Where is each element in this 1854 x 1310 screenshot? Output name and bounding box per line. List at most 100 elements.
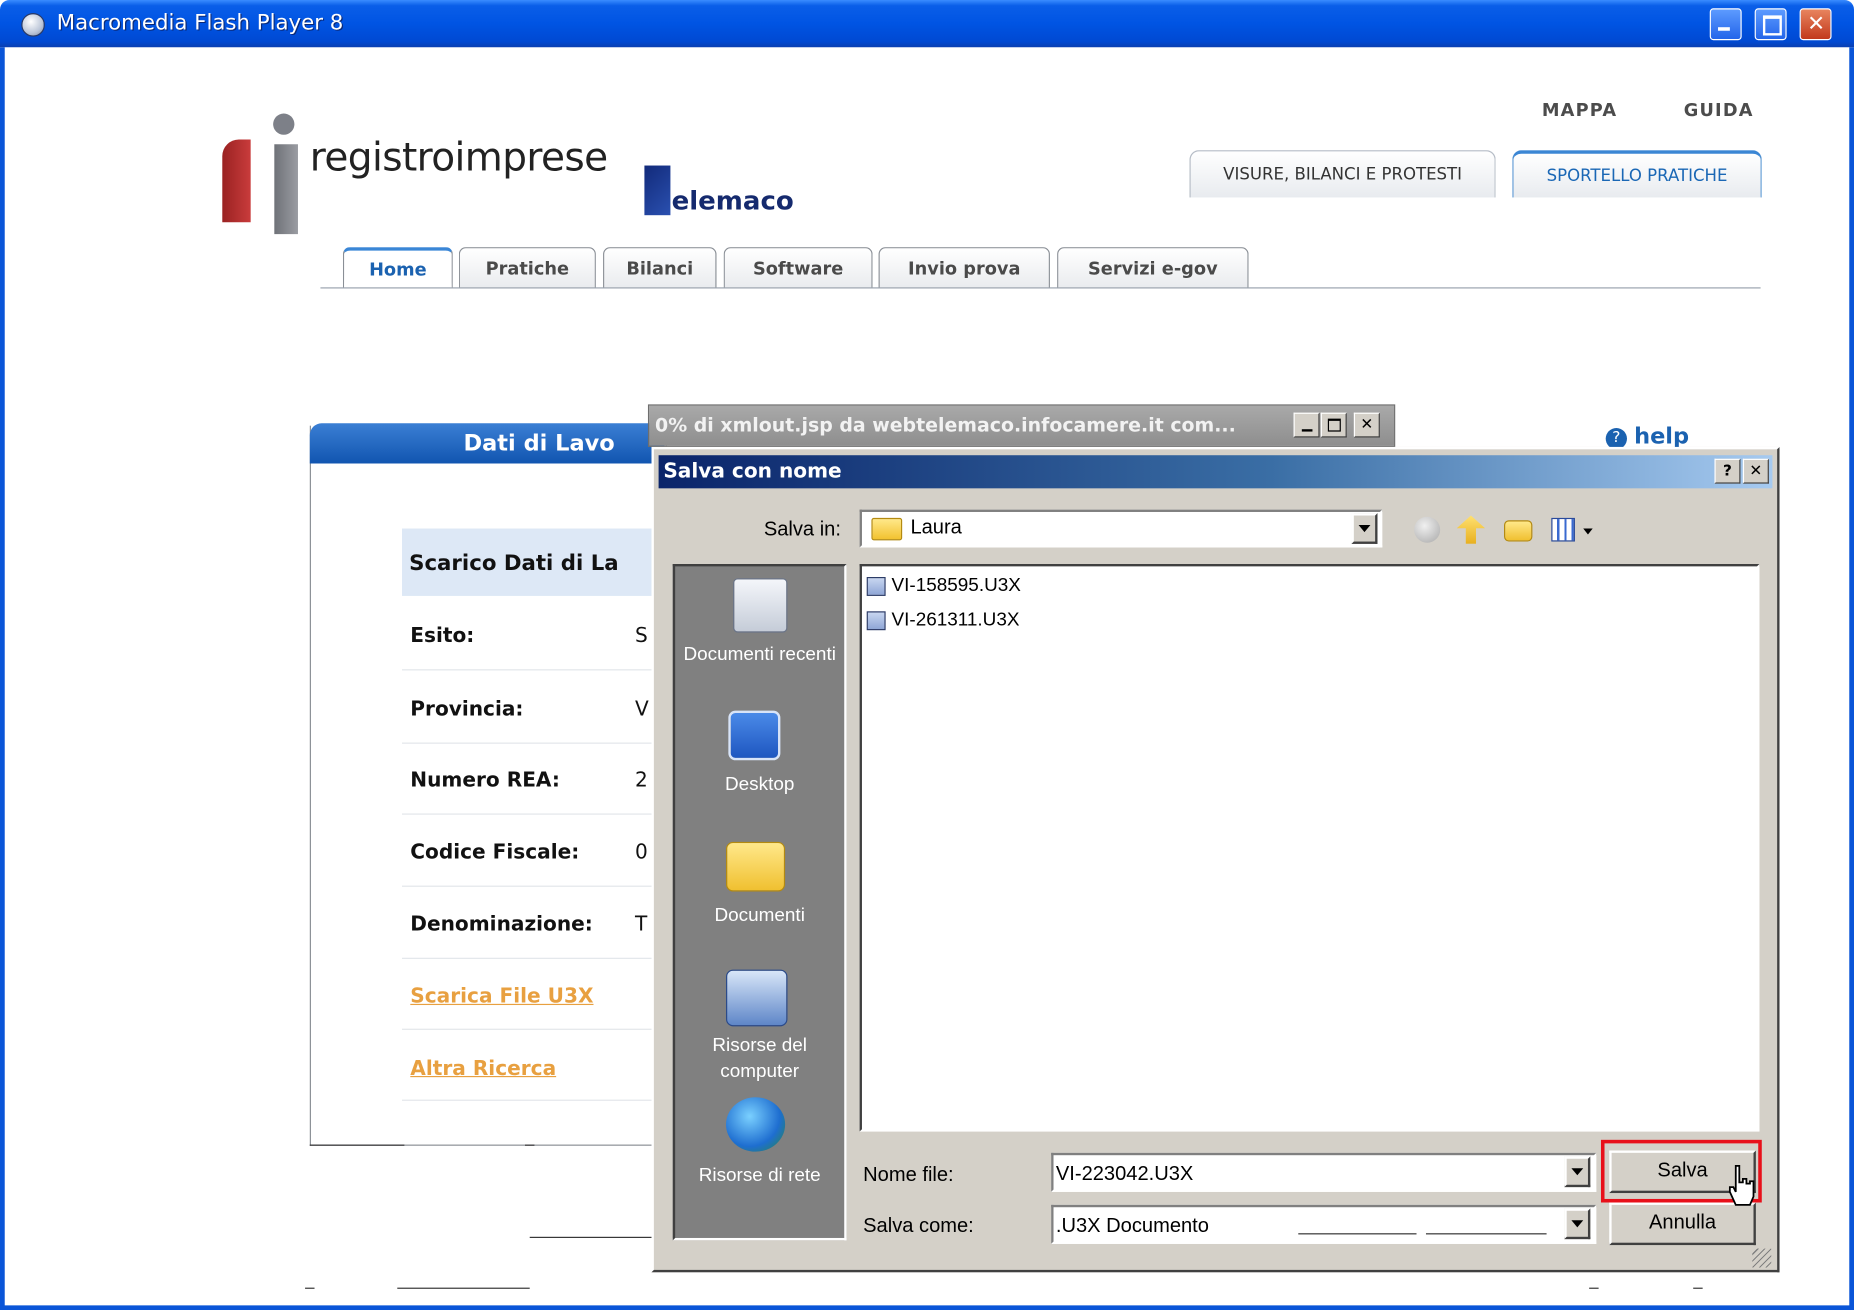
- save-in-dropdown-button[interactable]: [1351, 513, 1378, 544]
- resize-grip-icon[interactable]: [1752, 1248, 1772, 1268]
- file-name: VI-158595.U3X: [891, 575, 1021, 596]
- download-close-button[interactable]: ✕: [1353, 412, 1380, 438]
- view-menu-icon[interactable]: [1551, 517, 1575, 542]
- file-name: VI-261311.U3X: [891, 610, 1020, 631]
- file-list[interactable]: [859, 564, 1760, 1132]
- recent-documents-icon[interactable]: [733, 578, 788, 633]
- link-altra-ricerca[interactable]: Altra Ricerca: [410, 1057, 556, 1081]
- place-recent-documents[interactable]: Documenti recenti: [675, 642, 844, 668]
- stray-line: [1693, 1287, 1703, 1289]
- tab-visure-bilanci-protesti[interactable]: VISURE, BILANCI E PROTESTI: [1189, 150, 1496, 198]
- row-divider: [402, 957, 665, 959]
- nav-tab-pratiche[interactable]: Pratiche: [458, 247, 596, 289]
- scarico-title: Scarico Dati di La: [409, 550, 619, 576]
- window-frame-bottom: [0, 1305, 1854, 1310]
- place-network[interactable]: Risorse di rete: [675, 1163, 844, 1189]
- stray-line: [305, 1287, 315, 1289]
- maximize-icon: [1762, 15, 1782, 36]
- filename-label: Nome file:: [863, 1163, 954, 1186]
- chevron-down-icon: [1571, 1220, 1584, 1228]
- logo-red-bar: [222, 139, 251, 223]
- label-numero-rea: Numero REA:: [410, 768, 560, 793]
- window-title: Macromedia Flash Player 8: [56, 10, 344, 36]
- stray-line: [1589, 1287, 1599, 1289]
- file-icon: [866, 577, 886, 596]
- tab-sportello-pratiche[interactable]: SPORTELLO PRATICHE: [1512, 150, 1762, 198]
- savetype-label: Salva come:: [863, 1214, 974, 1237]
- close-icon: ✕: [1749, 462, 1763, 481]
- nav-tab-invio-prova[interactable]: Invio prova: [878, 247, 1050, 289]
- place-desktop[interactable]: Desktop: [675, 772, 844, 798]
- value-provincia: V: [634, 697, 649, 722]
- panel-title: Dati di Lavo: [463, 430, 615, 457]
- stray-line: [1425, 1233, 1547, 1235]
- savetype-dropdown-button[interactable]: [1564, 1208, 1591, 1240]
- stray-line: [529, 1236, 654, 1238]
- row-divider: [402, 1099, 665, 1101]
- minimize-icon: [1718, 27, 1730, 31]
- logo-i-bar: [274, 144, 298, 235]
- nav-tab-software[interactable]: Software: [723, 247, 873, 289]
- logo-i-dot: [273, 113, 295, 135]
- close-icon: ✕: [1360, 416, 1374, 434]
- label-codice-fiscale: Codice Fiscale:: [410, 840, 580, 865]
- label-esito: Esito:: [410, 624, 475, 648]
- help-link[interactable]: help: [1634, 423, 1689, 449]
- row-divider: [402, 813, 665, 815]
- close-icon: ✕: [1807, 11, 1826, 37]
- back-icon[interactable]: [1414, 516, 1441, 543]
- value-esito: S: [634, 624, 648, 648]
- dialog-help-button[interactable]: ?: [1714, 458, 1741, 484]
- save-in-value: Laura: [910, 515, 962, 538]
- filename-dropdown-button[interactable]: [1564, 1156, 1591, 1188]
- flash-player-icon: [21, 13, 45, 37]
- network-places-icon[interactable]: [725, 1097, 786, 1152]
- label-provincia: Provincia:: [410, 697, 524, 722]
- new-folder-icon[interactable]: [1504, 520, 1533, 542]
- stray-line: [524, 1144, 535, 1146]
- nav-tab-bilanci[interactable]: Bilanci: [603, 247, 717, 289]
- place-documents[interactable]: Documenti: [675, 903, 844, 929]
- row-divider: [402, 742, 665, 744]
- chevron-down-icon: [1571, 1168, 1584, 1176]
- nav-tab-servizi-egov[interactable]: Servizi e-gov: [1057, 247, 1249, 289]
- filename-input[interactable]: VI-223042.U3X: [1051, 1152, 1597, 1192]
- file-icon: [866, 611, 886, 631]
- stray-line: [397, 1287, 530, 1289]
- row-divider: [402, 669, 665, 671]
- link-scarica-file-u3x[interactable]: Scarica File U3X: [410, 985, 593, 1009]
- logo-text: registroimprese: [309, 133, 608, 180]
- nav-tab-home[interactable]: Home: [342, 247, 453, 289]
- download-window-title: 0% di xmlout.jsp da webtelemaco.infocame…: [655, 413, 1236, 437]
- maximize-button[interactable]: [1754, 8, 1787, 41]
- save-dialog-title: Salva con nome: [663, 459, 842, 484]
- close-button[interactable]: ✕: [1799, 8, 1832, 41]
- value-denominazione: T: [634, 912, 648, 937]
- savetype-select[interactable]: .U3X Documento: [1051, 1204, 1597, 1244]
- minimize-button[interactable]: [1709, 8, 1742, 41]
- maximize-icon: [1327, 418, 1341, 432]
- link-mappa[interactable]: MAPPA: [1542, 99, 1617, 120]
- download-maximize-button[interactable]: [1320, 412, 1347, 438]
- row-divider: [402, 885, 665, 887]
- download-minimize-button[interactable]: [1293, 412, 1320, 438]
- stray-line: [1298, 1233, 1417, 1235]
- link-guida[interactable]: GUIDA: [1684, 99, 1754, 120]
- documents-folder-icon[interactable]: [725, 841, 786, 892]
- stray-line: [309, 1144, 405, 1146]
- screen: Macromedia Flash Player 8 ✕ MAPPA GUIDA …: [0, 0, 1854, 1310]
- my-computer-icon[interactable]: [725, 969, 788, 1027]
- folder-icon: [871, 517, 903, 541]
- telemaco-logo-text: elemaco: [671, 186, 794, 217]
- value-numero-rea: 2: [634, 768, 648, 793]
- place-my-computer[interactable]: Risorse del computer: [675, 1033, 844, 1085]
- file-item[interactable]: VI-261311.U3X: [866, 610, 1020, 631]
- telemaco-logo-mark: [644, 165, 671, 216]
- cancel-button[interactable]: Annulla: [1609, 1202, 1756, 1246]
- dialog-close-button[interactable]: ✕: [1742, 458, 1769, 484]
- desktop-icon[interactable]: [728, 710, 781, 761]
- label-denominazione: Denominazione:: [410, 912, 593, 937]
- window-frame-left: [0, 47, 5, 1310]
- window-frame-right: [1849, 47, 1854, 1310]
- file-item[interactable]: VI-158595.U3X: [866, 575, 1021, 597]
